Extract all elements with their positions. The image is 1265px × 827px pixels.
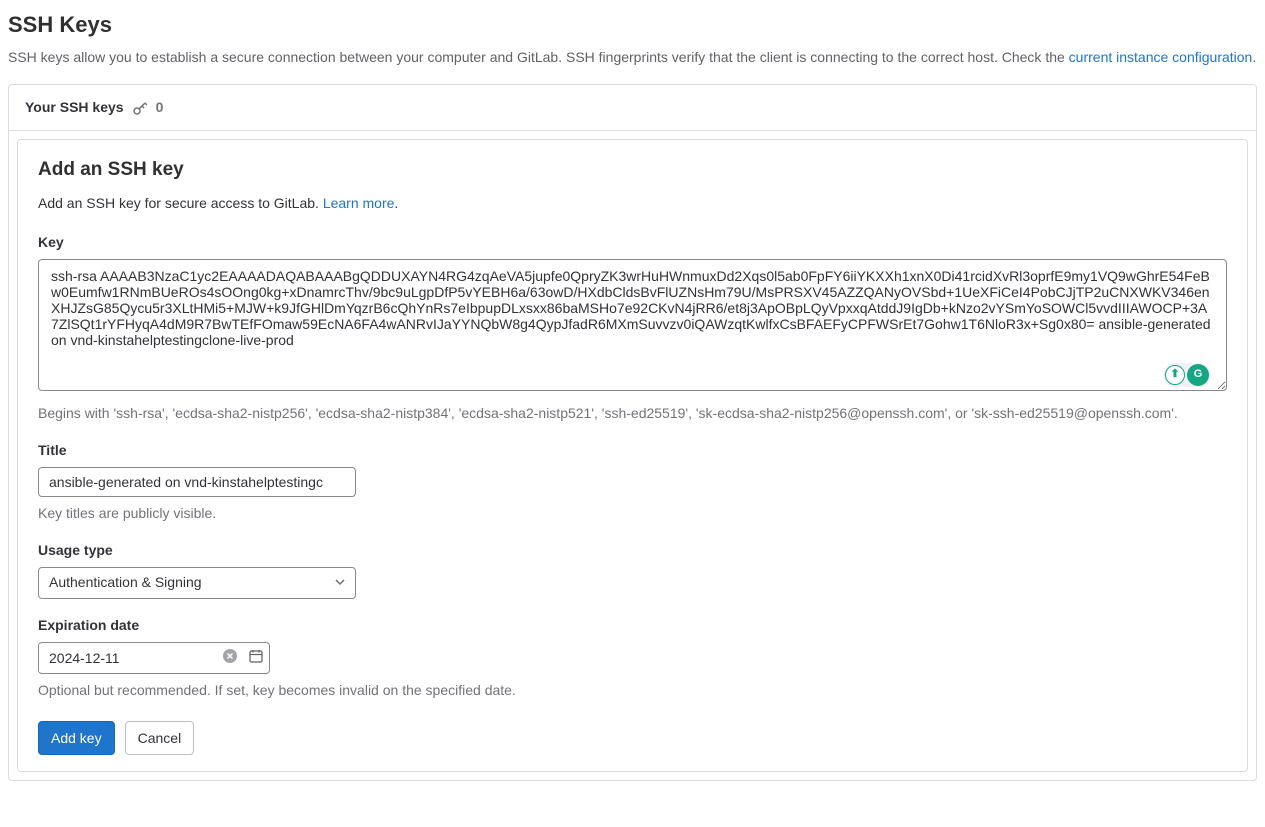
clear-date-button[interactable]: [217, 643, 243, 673]
page-desc-text: SSH keys allow you to establish a secure…: [8, 49, 1069, 65]
key-icon: [132, 100, 148, 116]
ssh-keys-header: Your SSH keys 0: [9, 85, 1256, 131]
learn-more-link[interactable]: Learn more: [323, 195, 395, 211]
cancel-button[interactable]: Cancel: [125, 721, 195, 755]
expiration-help-text: Optional but recommended. If set, key be…: [38, 680, 1227, 701]
chevron-down-icon: [335, 574, 345, 592]
title-help-text: Key titles are publicly visible.: [38, 503, 1227, 524]
grammar-suggestion-icon[interactable]: ⬆: [1165, 365, 1185, 385]
title-form-group: Title Key titles are publicly visible.: [38, 440, 1227, 524]
add-key-desc: Add an SSH key for secure access to GitL…: [38, 193, 1227, 214]
ssh-keys-header-title: Your SSH keys: [25, 97, 124, 118]
expiration-date-input[interactable]: [39, 644, 217, 672]
key-help-text: Begins with 'ssh-rsa', 'ecdsa-sha2-nistp…: [38, 403, 1227, 424]
add-key-title: Add an SSH key: [38, 156, 1227, 185]
grammarly-widget: ⬆ G: [1163, 363, 1211, 387]
usage-label: Usage type: [38, 540, 1227, 561]
close-icon: [222, 648, 238, 667]
usage-form-group: Usage type Authentication & Signing: [38, 540, 1227, 599]
card-body: Add an SSH key Add an SSH key for secure…: [9, 131, 1256, 780]
title-label: Title: [38, 440, 1227, 461]
add-key-desc-text: Add an SSH key for secure access to GitL…: [38, 195, 323, 211]
usage-type-select[interactable]: Authentication & Signing: [38, 567, 356, 599]
calendar-button[interactable]: [243, 643, 269, 673]
page-title: SSH Keys: [8, 8, 1257, 41]
ssh-keys-card: Your SSH keys 0 Add an SSH key Add an SS…: [8, 84, 1257, 781]
add-key-card: Add an SSH key Add an SSH key for secure…: [17, 139, 1248, 772]
button-row: Add key Cancel: [38, 721, 1227, 755]
title-input[interactable]: [38, 467, 356, 497]
expiration-date-field: [38, 642, 270, 674]
grammarly-icon[interactable]: G: [1187, 364, 1209, 386]
calendar-icon: [248, 648, 264, 667]
page-desc-suffix: .: [1252, 49, 1256, 65]
key-form-group: Key ⬆ G Begins with 'ssh-rsa', 'ecdsa-sh…: [38, 232, 1227, 424]
add-key-button[interactable]: Add key: [38, 721, 115, 755]
add-key-desc-suffix: .: [394, 195, 398, 211]
expiration-label: Expiration date: [38, 615, 1227, 636]
usage-type-value: Authentication & Signing: [49, 572, 202, 593]
expiration-form-group: Expiration date: [38, 615, 1227, 701]
key-textarea[interactable]: [38, 259, 1227, 391]
instance-config-link[interactable]: current instance configuration: [1069, 49, 1253, 65]
page-description: SSH keys allow you to establish a secure…: [8, 47, 1257, 68]
ssh-keys-count: 0: [156, 97, 164, 118]
key-label: Key: [38, 232, 1227, 253]
